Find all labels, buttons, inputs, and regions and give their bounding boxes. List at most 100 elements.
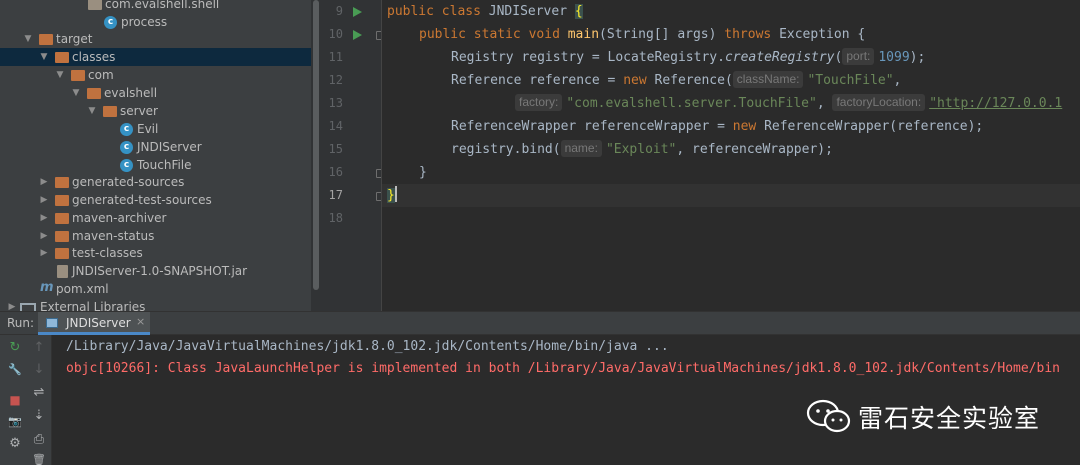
- folder-icon: [87, 88, 101, 99]
- tree-scrollbar-thumb[interactable]: [313, 0, 319, 290]
- java-class-icon: c: [120, 159, 133, 172]
- run-gutter-icon[interactable]: [353, 7, 362, 17]
- scroll-to-end-icon[interactable]: ⇣: [31, 408, 47, 424]
- chevron-right-icon[interactable]: ▶: [38, 227, 50, 245]
- line-number: 18: [328, 211, 343, 225]
- chevron-down-icon[interactable]: ▼: [22, 30, 34, 48]
- chevron-down-icon[interactable]: ▼: [54, 66, 66, 84]
- wrench-icon[interactable]: 🔧: [7, 362, 23, 378]
- folder-icon: [39, 34, 53, 45]
- scroll-up-icon[interactable]: ↑: [31, 340, 47, 356]
- code-line: registry.bind(name: "Exploit", referenceW…: [451, 140, 833, 157]
- console-icon: [46, 318, 58, 328]
- stop-icon[interactable]: ■: [7, 392, 23, 408]
- tree-item-external-libraries[interactable]: ▶ External Libraries: [0, 298, 311, 311]
- scroll-down-icon[interactable]: ↓: [31, 362, 47, 378]
- library-icon: [20, 303, 36, 311]
- run-label: Run:: [7, 316, 35, 330]
- tree-item-target[interactable]: ▼ target: [0, 30, 311, 48]
- folder-icon: [55, 213, 69, 224]
- jar-file-icon: [57, 265, 68, 278]
- folder-icon: [55, 231, 69, 242]
- code-line: }: [419, 165, 427, 180]
- console-error-line: objc[10266]: Class JavaLaunchHelper is i…: [66, 361, 1060, 376]
- close-icon[interactable]: ×: [136, 315, 145, 328]
- tree-item-jar[interactable]: JNDIServer-1.0-SNAPSHOT.jar: [0, 262, 311, 280]
- tree-item-jndiserver[interactable]: c JNDIServer: [0, 138, 311, 156]
- tree-item-process[interactable]: c process: [0, 13, 311, 31]
- folder-icon: [55, 177, 69, 188]
- trash-icon[interactable]: 🗑: [31, 452, 47, 465]
- tree-item-test-classes[interactable]: ▶ test-classes: [0, 244, 311, 262]
- soft-wrap-icon[interactable]: ⇌: [31, 385, 47, 401]
- tree-scrollbar[interactable]: [311, 0, 321, 311]
- tree-item-evalshell[interactable]: ▼ evalshell: [0, 84, 311, 102]
- tree-item-maven-status[interactable]: ▶ maven-status: [0, 227, 311, 245]
- line-number: 10: [328, 27, 343, 41]
- tree-item-touchfile[interactable]: c TouchFile: [0, 156, 311, 174]
- chevron-right-icon[interactable]: ▶: [38, 191, 50, 209]
- text-caret: [394, 186, 397, 202]
- tree-item-pom[interactable]: m pom.xml: [0, 280, 311, 298]
- code-line: public class JNDIServer {: [387, 4, 583, 19]
- tree-item-classes[interactable]: ▼ classes: [0, 48, 311, 66]
- folder-icon: [103, 106, 117, 117]
- run-panel-header: Run: JNDIServer ×: [0, 311, 1080, 335]
- tree-item-maven-archiver[interactable]: ▶ maven-archiver: [0, 209, 311, 227]
- line-number-current: 17: [328, 188, 343, 202]
- chevron-right-icon[interactable]: ▶: [38, 209, 50, 227]
- folder-icon: [55, 52, 69, 63]
- folder-icon: [55, 248, 69, 259]
- line-number: 14: [328, 119, 343, 133]
- code-line: Registry registry = LocateRegistry.creat…: [451, 48, 926, 65]
- chevron-down-icon[interactable]: ▼: [38, 48, 50, 66]
- wechat-icon: [806, 399, 851, 433]
- line-number: 11: [328, 50, 343, 64]
- tree-item-server[interactable]: ▼ server: [0, 102, 311, 120]
- line-number: 12: [328, 73, 343, 87]
- code-line: public static void main(String[] args) t…: [419, 27, 866, 42]
- console-command-line: /Library/Java/JavaVirtualMachines/jdk1.8…: [66, 339, 669, 354]
- java-class-icon: c: [120, 123, 133, 136]
- param-hint: factoryLocation:: [832, 94, 926, 111]
- java-class-icon: c: [120, 141, 133, 154]
- chevron-right-icon[interactable]: ▶: [38, 244, 50, 262]
- project-tree: com.evalshell.shell c process ▼ target ▼…: [0, 0, 311, 311]
- print-icon[interactable]: ⎙: [31, 432, 47, 448]
- watermark-text: 雷石安全实验室: [858, 404, 1041, 433]
- rerun-icon[interactable]: ↻: [7, 340, 23, 356]
- run-tab-jndiserver[interactable]: JNDIServer ×: [38, 312, 150, 335]
- code-line: factory: "com.evalshell.server.TouchFile"…: [515, 92, 1062, 115]
- run-tab-label: JNDIServer: [66, 316, 131, 330]
- maven-file-icon: m: [40, 280, 54, 295]
- code-line: Reference reference = new Reference(clas…: [451, 71, 902, 88]
- chevron-right-icon[interactable]: ▶: [6, 298, 18, 311]
- editor-gutter: 9 10 11 12 13 14 15 16 17 18: [321, 0, 384, 311]
- line-number: 13: [328, 96, 343, 110]
- chevron-down-icon[interactable]: ▼: [70, 84, 82, 102]
- tree-item-com[interactable]: ▼ com: [0, 66, 311, 84]
- line-number: 16: [328, 165, 343, 179]
- param-hint: className:: [732, 71, 804, 88]
- tree-item-com-evalshell-shell[interactable]: com.evalshell.shell: [0, 0, 311, 13]
- tree-item-generated-sources[interactable]: ▶ generated-sources: [0, 173, 311, 191]
- chevron-down-icon[interactable]: ▼: [86, 102, 98, 120]
- folder-icon: [55, 195, 69, 206]
- restore-layout-icon[interactable]: ⚙: [7, 436, 23, 452]
- run-toolbar: ↻ ↑ 🔧 ↓ ⇌ ■ ⇣ 📷 ⎙ ⚙ 🗑: [0, 335, 52, 465]
- line-number: 15: [328, 142, 343, 156]
- camera-icon[interactable]: 📷: [7, 414, 23, 430]
- folder-icon: [71, 70, 85, 81]
- run-gutter-icon[interactable]: [353, 30, 362, 40]
- param-hint: port:: [842, 48, 875, 65]
- java-class-icon: c: [104, 16, 117, 29]
- package-icon: [88, 0, 102, 10]
- line-number: 9: [335, 4, 343, 18]
- param-hint: factory:: [515, 94, 563, 111]
- code-line: ReferenceWrapper referenceWrapper = new …: [451, 119, 984, 134]
- tree-item-generated-test-sources[interactable]: ▶ generated-test-sources: [0, 191, 311, 209]
- code-line-current: }: [382, 184, 1080, 207]
- chevron-right-icon[interactable]: ▶: [38, 173, 50, 191]
- tree-item-evil[interactable]: c Evil: [0, 120, 311, 138]
- code-editor[interactable]: public class JNDIServer { public static …: [382, 0, 1080, 311]
